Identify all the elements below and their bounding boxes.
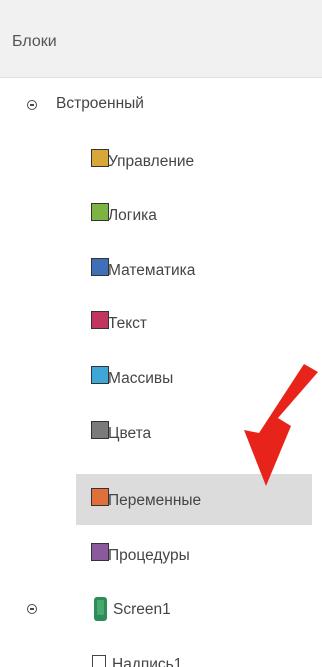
tree-item-text-label: Текст xyxy=(108,315,148,332)
blocks-header: Блоки xyxy=(0,0,322,78)
tree-item-variables-label: Переменные xyxy=(108,492,202,509)
logic-block-icon xyxy=(91,203,109,221)
blocks-header-title: Блоки xyxy=(12,33,57,50)
tree-item-screen1[interactable]: Screen1 xyxy=(0,593,322,625)
math-block-icon xyxy=(91,258,109,276)
tree-item-control-label: Управление xyxy=(108,153,195,170)
tree-item-label1[interactable]: Надпись1 xyxy=(0,650,322,667)
label-component-icon xyxy=(92,655,106,667)
tree-item-screen1-label: Screen1 xyxy=(113,601,171,618)
tree-item-colors-label: Цвета xyxy=(108,425,152,442)
tree-item-procedures[interactable]: Процедуры xyxy=(76,540,312,570)
tree-item-builtin[interactable]: Встроенный xyxy=(0,88,322,122)
tree-item-colors[interactable]: Цвета xyxy=(76,418,312,448)
tree-item-variables[interactable]: Переменные xyxy=(76,485,312,515)
lists-block-icon xyxy=(91,366,109,384)
variables-block-icon xyxy=(91,488,109,506)
blocks-panel: Блоки Встроенный Управление Логика Матем… xyxy=(0,0,322,667)
tree-item-lists-label: Массивы xyxy=(108,370,174,387)
collapse-icon[interactable] xyxy=(27,604,37,614)
text-block-icon xyxy=(91,311,109,329)
tree-item-math-label: Математика xyxy=(108,262,196,279)
tree-item-text[interactable]: Текст xyxy=(76,308,312,338)
tree-item-label1-label: Надпись1 xyxy=(112,656,183,667)
tree-item-logic[interactable]: Логика xyxy=(76,200,312,230)
collapse-icon[interactable] xyxy=(27,100,37,110)
control-block-icon xyxy=(91,149,109,167)
tree-item-control[interactable]: Управление xyxy=(76,146,312,176)
tree-item-lists[interactable]: Массивы xyxy=(76,363,312,393)
procedures-block-icon xyxy=(91,543,109,561)
phone-icon xyxy=(94,597,107,621)
tree-item-math[interactable]: Математика xyxy=(76,255,312,285)
tree-item-logic-label: Логика xyxy=(108,207,157,224)
tree-item-procedures-label: Процедуры xyxy=(108,547,190,564)
tree-item-builtin-label: Встроенный xyxy=(56,95,144,112)
colors-block-icon xyxy=(91,421,109,439)
